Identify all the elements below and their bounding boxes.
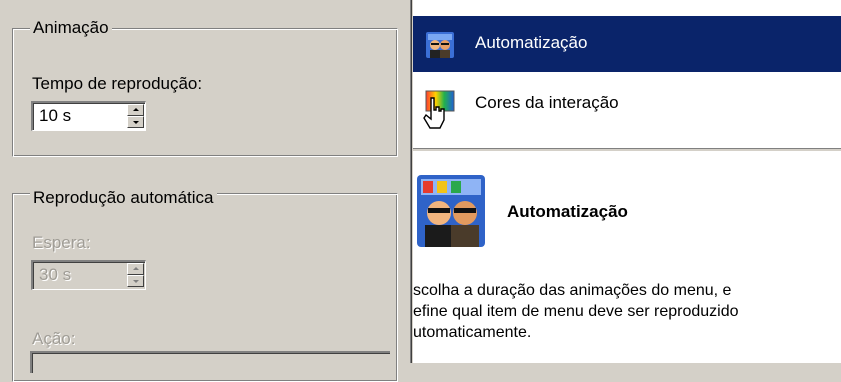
menu-item-label: Automatização xyxy=(475,33,588,52)
arrow-up-icon xyxy=(133,108,139,111)
wait-label: Espera: xyxy=(32,233,91,252)
spin-down-button[interactable] xyxy=(127,116,144,128)
playback-time-spin-buttons xyxy=(127,104,144,128)
menu-list: Automatização Cores da interação xyxy=(413,0,841,148)
wait-spin-down-button[interactable] xyxy=(127,275,144,287)
spin-up-button[interactable] xyxy=(127,104,144,116)
menu-item-label: Cores da interação xyxy=(475,93,619,112)
playback-time-label: Tempo de reprodução: xyxy=(32,74,203,93)
action-combobox[interactable] xyxy=(30,351,390,373)
wait-spin-up-button[interactable] xyxy=(127,263,144,275)
menu-preview-pane: Automatização Cores da interação Automat… xyxy=(413,0,841,363)
arrow-up-icon xyxy=(133,267,139,270)
autoplay-group-title: Reprodução automática xyxy=(30,187,217,209)
description-area: Automatização scolha a duração das anima… xyxy=(413,151,841,363)
people-automation-icon xyxy=(417,175,485,247)
settings-panel: Animação Tempo de reprodução: 10 s Repro… xyxy=(0,0,404,382)
wait-value[interactable]: 30 s xyxy=(39,264,71,286)
animation-group-title: Animação xyxy=(30,17,112,39)
description-line: utomaticamente. xyxy=(413,324,532,341)
description-line: scolha a duração das animações do menu, … xyxy=(413,282,732,299)
playback-time-value[interactable]: 10 s xyxy=(39,105,71,127)
description-line: efine qual item de menu deve ser reprodu… xyxy=(413,303,739,320)
arrow-down-icon xyxy=(133,121,139,124)
animation-group: Animação Tempo de reprodução: 10 s xyxy=(12,17,398,157)
playback-time-spinner[interactable]: 10 s xyxy=(31,101,146,131)
wait-spinner[interactable]: 30 s xyxy=(31,260,146,290)
arrow-down-icon xyxy=(133,280,139,283)
action-label: Ação: xyxy=(32,329,76,348)
hand-cursor-icon xyxy=(423,97,445,129)
description-text: scolha a duração das animações do menu, … xyxy=(413,280,841,343)
description-title: Automatização xyxy=(507,202,628,221)
menu-item-automatizacao[interactable]: Automatização xyxy=(413,16,841,72)
menu-item-cores-da-interacao[interactable]: Cores da interação xyxy=(413,76,841,132)
people-automation-icon xyxy=(426,32,454,58)
wait-spin-buttons xyxy=(127,263,144,287)
